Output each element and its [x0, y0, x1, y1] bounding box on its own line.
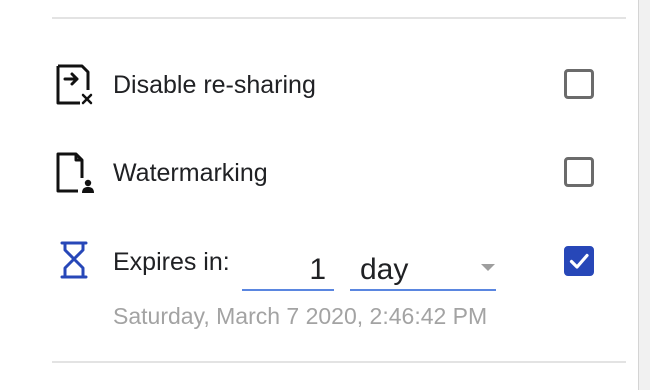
sharing-options-panel: Disable re-sharing Watermarking Expires … — [0, 0, 639, 390]
watermarking-checkbox[interactable] — [564, 157, 594, 187]
top-divider — [52, 17, 626, 19]
watermarking-label: Watermarking — [113, 159, 268, 187]
dropdown-caret-icon — [481, 264, 495, 271]
disable-resharing-checkbox[interactable] — [564, 69, 594, 99]
expires-unit-select[interactable]: day — [350, 250, 496, 291]
hourglass-icon — [56, 241, 98, 283]
expires-unit-value: day — [360, 253, 409, 286]
expiry-date-text: Saturday, March 7 2020, 2:46:42 PM — [113, 303, 488, 329]
file-watermark-user-icon — [54, 152, 96, 194]
checkmark-icon — [569, 253, 589, 269]
expires-amount-value: 1 — [309, 253, 326, 286]
file-share-blocked-icon — [54, 64, 96, 106]
expires-checkbox[interactable] — [564, 246, 594, 276]
expires-amount-input[interactable]: 1 — [242, 250, 334, 291]
bottom-divider — [52, 361, 626, 363]
expires-label: Expires in: — [113, 248, 230, 276]
disable-resharing-label: Disable re-sharing — [113, 71, 316, 99]
